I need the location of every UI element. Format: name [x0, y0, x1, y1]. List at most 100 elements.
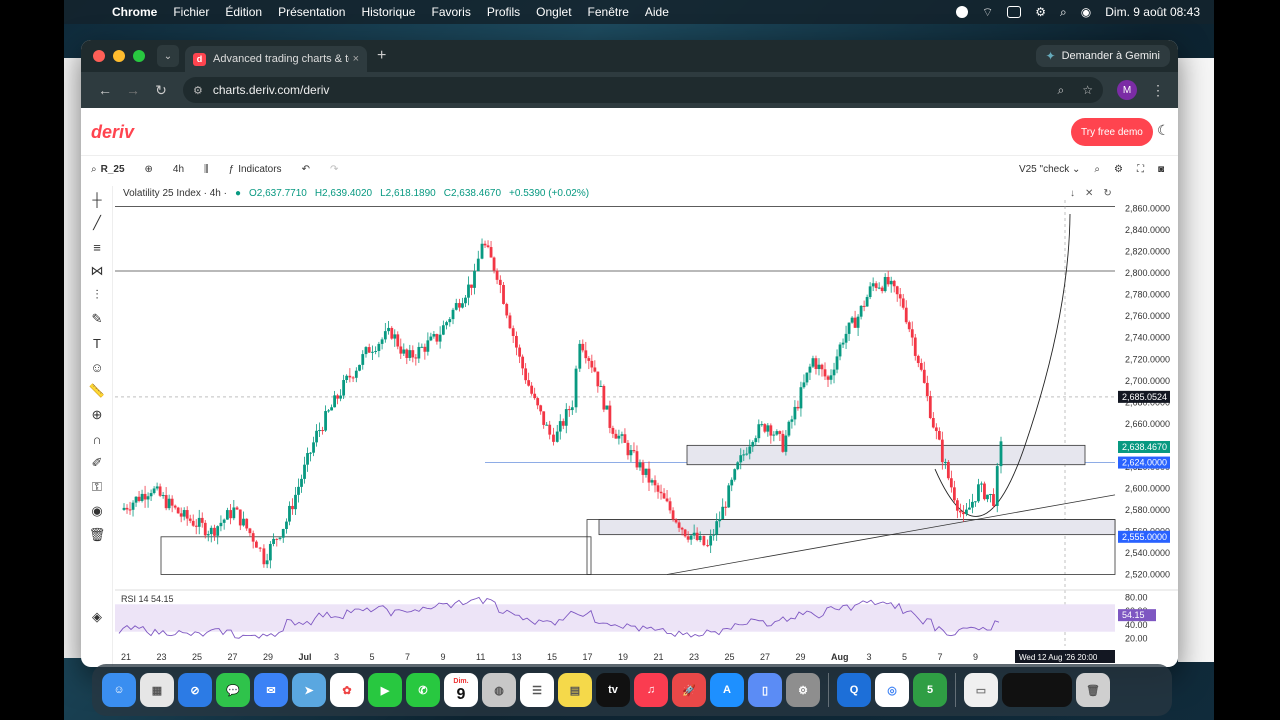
iphone-mirroring-icon[interactable]: ▯ [748, 673, 782, 707]
deriv-logo[interactable]: deriv [91, 122, 134, 143]
candle-body [348, 375, 352, 378]
close-window-button[interactable] [93, 50, 105, 62]
calendar-icon[interactable]: Dim. 9 [444, 673, 478, 707]
back-icon[interactable]: ← [91, 82, 119, 98]
text-icon[interactable]: T [86, 332, 108, 354]
new-tab-button[interactable]: + [377, 47, 386, 65]
settings-icon[interactable]: ⚙ [1114, 164, 1123, 175]
redo-icon[interactable]: ↷ [320, 164, 348, 175]
refresh-icon[interactable]: ↻ [1103, 188, 1111, 199]
indicators-button[interactable]: ƒ Indicators [219, 164, 292, 175]
siri-icon[interactable]: ◉ [1081, 5, 1091, 19]
menubar-datetime[interactable]: Dim. 9 août 08:43 [1105, 5, 1200, 19]
music-icon[interactable]: ♫ [634, 673, 668, 707]
pattern-icon[interactable]: ⋈ [86, 260, 108, 282]
chart-area[interactable]: 2,860.0000 2,840.0000 2,820.0000 2,800.0000… [115, 186, 1178, 666]
chart-type-button[interactable]: ⫼ [194, 164, 219, 175]
rocket-app-icon[interactable]: 🚀 [672, 673, 706, 707]
tab-deriv[interactable]: d Advanced trading charts & to × [185, 46, 367, 72]
battery-icon[interactable] [1007, 6, 1022, 18]
menu-presentation[interactable]: Présentation [270, 5, 353, 19]
theme-toggle-icon[interactable]: ☾ [1157, 122, 1170, 139]
control-center-icon[interactable]: ⚙ [1035, 5, 1046, 19]
messages-icon[interactable]: 💬 [216, 673, 250, 707]
url-field[interactable]: ⚙ charts.deriv.com/deriv ⌕ ☆ [183, 77, 1103, 103]
candle-body [254, 541, 258, 548]
fullscreen-icon[interactable]: ⛶ [1137, 164, 1144, 175]
zoom-icon[interactable]: ⌕ [1058, 83, 1065, 98]
menu-profils[interactable]: Profils [479, 5, 528, 19]
menu-historique[interactable]: Historique [353, 5, 423, 19]
menu-fichier[interactable]: Fichier [165, 5, 217, 19]
profile-avatar[interactable]: M [1117, 80, 1137, 100]
reminders-icon[interactable]: ☰ [520, 673, 554, 707]
crosshair-icon[interactable]: ┼ [86, 188, 108, 210]
document-icon[interactable]: ▭ [964, 673, 998, 707]
candle-body [856, 316, 860, 328]
camera-icon[interactable]: ◙ [1158, 164, 1164, 175]
lock-icon[interactable]: ⚿ [86, 476, 108, 498]
spotlight-icon[interactable]: ⌕ [1060, 5, 1067, 20]
photos-icon[interactable]: ✿ [330, 673, 364, 707]
site-settings-icon[interactable]: ⚙ [193, 84, 203, 97]
try-free-demo-button[interactable]: Try free demo [1071, 118, 1153, 146]
finder-icon[interactable]: ☺ [102, 673, 136, 707]
record-icon[interactable] [956, 6, 968, 18]
menu-chrome[interactable]: Chrome [104, 5, 165, 19]
menu-fenetre[interactable]: Fenêtre [580, 5, 637, 19]
facetime-icon[interactable]: ▶ [368, 673, 402, 707]
notes-icon[interactable]: ▤ [558, 673, 592, 707]
compare-symbol-button[interactable]: ⊕ [135, 164, 163, 175]
wifi-icon[interactable]: ⌔ [982, 5, 993, 20]
mail-icon[interactable]: ✉ [254, 673, 288, 707]
minimize-window-button[interactable] [113, 50, 125, 62]
candle-body [980, 483, 983, 485]
trash-icon[interactable]: 🗑 [86, 524, 108, 546]
brush-icon[interactable]: ✎ [86, 308, 108, 330]
quicktime-icon[interactable]: Q [837, 673, 871, 707]
magnet-icon[interactable]: ∩ [86, 428, 108, 450]
reload-icon[interactable]: ↻ [147, 82, 175, 99]
price-chart[interactable]: 2,860.0000 2,840.0000 2,820.0000 2,800.0000… [115, 186, 1178, 666]
ruler-icon[interactable]: 📏 [86, 380, 108, 402]
bookmark-star-icon[interactable]: ☆ [1082, 83, 1093, 98]
contacts-icon[interactable]: ◍ [482, 673, 516, 707]
eye-icon[interactable]: ◉ [86, 500, 108, 522]
lock-edit-icon[interactable]: ✐ [86, 452, 108, 474]
metatrader-icon[interactable]: 5 [913, 673, 947, 707]
phone-icon[interactable]: ✆ [406, 673, 440, 707]
system-settings-icon[interactable]: ⚙ [786, 673, 820, 707]
horizontal-lines-icon[interactable]: ≡ [86, 236, 108, 258]
trend-line-icon[interactable]: ╱ [86, 212, 108, 234]
quick-search-icon[interactable]: ⌕ [1094, 164, 1100, 175]
menu-edition[interactable]: Édition [217, 5, 270, 19]
symbol-search[interactable]: ⌕ R_25 [81, 164, 135, 175]
app-store-icon[interactable]: A [710, 673, 744, 707]
layout-selector[interactable]: V25 "check ⌄ [1019, 164, 1080, 175]
undo-icon[interactable]: ↶ [292, 164, 320, 175]
interval-button[interactable]: 4h [163, 164, 194, 175]
menu-aide[interactable]: Aide [637, 5, 677, 19]
apple-tv-icon[interactable]: tv [596, 673, 630, 707]
safari-icon[interactable]: ⊘ [178, 673, 212, 707]
legend-title[interactable]: Volatility 25 Index · 4h · [123, 188, 227, 199]
gemini-button[interactable]: ✦ Demander à Gemini [1035, 45, 1170, 67]
menu-favoris[interactable]: Favoris [423, 5, 478, 19]
menu-onglet[interactable]: Onglet [528, 5, 579, 19]
fib-icon[interactable]: ⫶ [86, 284, 108, 306]
zoom-in-icon[interactable]: ⊕ [86, 404, 108, 426]
maps-icon[interactable]: ➤ [292, 673, 326, 707]
emoji-icon[interactable]: ☺ [86, 356, 108, 378]
trash-bin-icon[interactable]: 🗑 [1076, 673, 1110, 707]
downloads-stack-icon[interactable] [1002, 673, 1072, 707]
chrome-menu-icon[interactable]: ⋮ [1151, 82, 1165, 99]
collapse-icon[interactable]: ↓ [1070, 188, 1075, 199]
chrome-icon[interactable]: ◎ [875, 673, 909, 707]
layers-icon[interactable]: ◈ [86, 606, 108, 628]
launchpad-icon[interactable]: ▦ [140, 673, 174, 707]
tab-search-button[interactable]: ⌄ [157, 45, 179, 67]
close-tab-icon[interactable]: × [353, 53, 359, 65]
zoom-window-button[interactable] [133, 50, 145, 62]
close-series-icon[interactable]: ✕ [1085, 188, 1093, 199]
forward-icon[interactable]: → [119, 82, 147, 98]
